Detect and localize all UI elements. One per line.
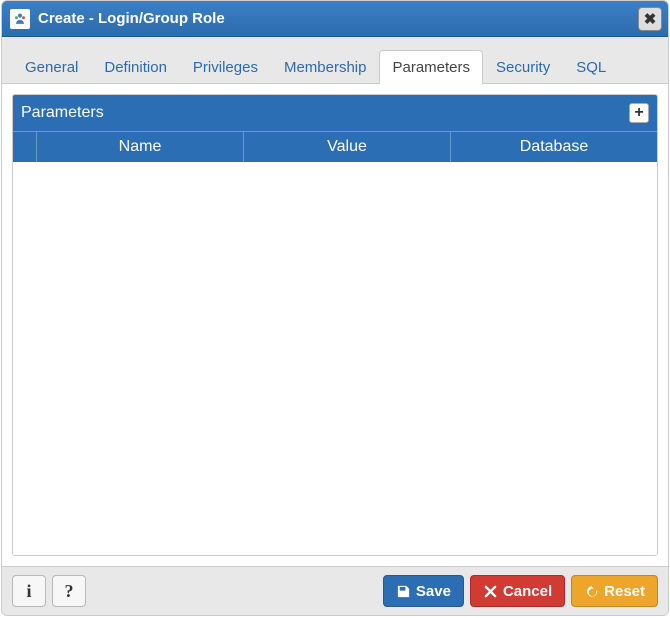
col-value[interactable]: Value	[244, 132, 451, 162]
tabbar: General Definition Privileges Membership…	[2, 37, 668, 84]
column-headers: Name Value Database	[13, 132, 657, 162]
add-row-button[interactable]: +	[629, 103, 649, 123]
content-area: Parameters + Name Value Database	[2, 84, 668, 566]
tab-security[interactable]: Security	[483, 50, 563, 84]
tab-parameters[interactable]: Parameters	[379, 50, 483, 84]
drag-column-header	[13, 132, 37, 162]
plus-icon: +	[634, 105, 643, 121]
save-button[interactable]: Save	[383, 575, 464, 607]
panel-title: Parameters	[21, 104, 629, 122]
close-icon: ✖	[644, 10, 657, 28]
cancel-button[interactable]: Cancel	[470, 575, 565, 607]
save-icon	[396, 584, 411, 599]
save-button-label: Save	[416, 583, 451, 600]
close-button[interactable]: ✖	[638, 7, 662, 31]
help-button[interactable]: ?	[52, 575, 86, 607]
info-button[interactable]: i	[12, 575, 46, 607]
col-database[interactable]: Database	[451, 132, 657, 162]
col-name[interactable]: Name	[37, 132, 244, 162]
tab-membership[interactable]: Membership	[271, 50, 380, 84]
panel-header: Parameters +	[13, 95, 657, 132]
dialog: Create - Login/Group Role ✖ General Defi…	[1, 0, 669, 616]
info-icon: i	[26, 581, 31, 602]
app-icon	[10, 9, 30, 29]
tab-privileges[interactable]: Privileges	[180, 50, 271, 84]
reset-button-label: Reset	[604, 583, 645, 600]
help-icon: ?	[65, 581, 74, 602]
table-body	[13, 162, 657, 555]
cancel-icon	[483, 584, 498, 599]
cancel-button-label: Cancel	[503, 583, 552, 600]
reset-icon	[584, 584, 599, 599]
footer: i ? Save Cancel Reset	[2, 566, 668, 615]
titlebar: Create - Login/Group Role ✖	[2, 1, 668, 37]
tab-definition[interactable]: Definition	[91, 50, 180, 84]
parameters-panel: Parameters + Name Value Database	[12, 94, 658, 556]
tab-sql[interactable]: SQL	[563, 50, 619, 84]
dialog-title: Create - Login/Group Role	[38, 10, 225, 27]
tab-general[interactable]: General	[12, 50, 91, 84]
reset-button[interactable]: Reset	[571, 575, 658, 607]
